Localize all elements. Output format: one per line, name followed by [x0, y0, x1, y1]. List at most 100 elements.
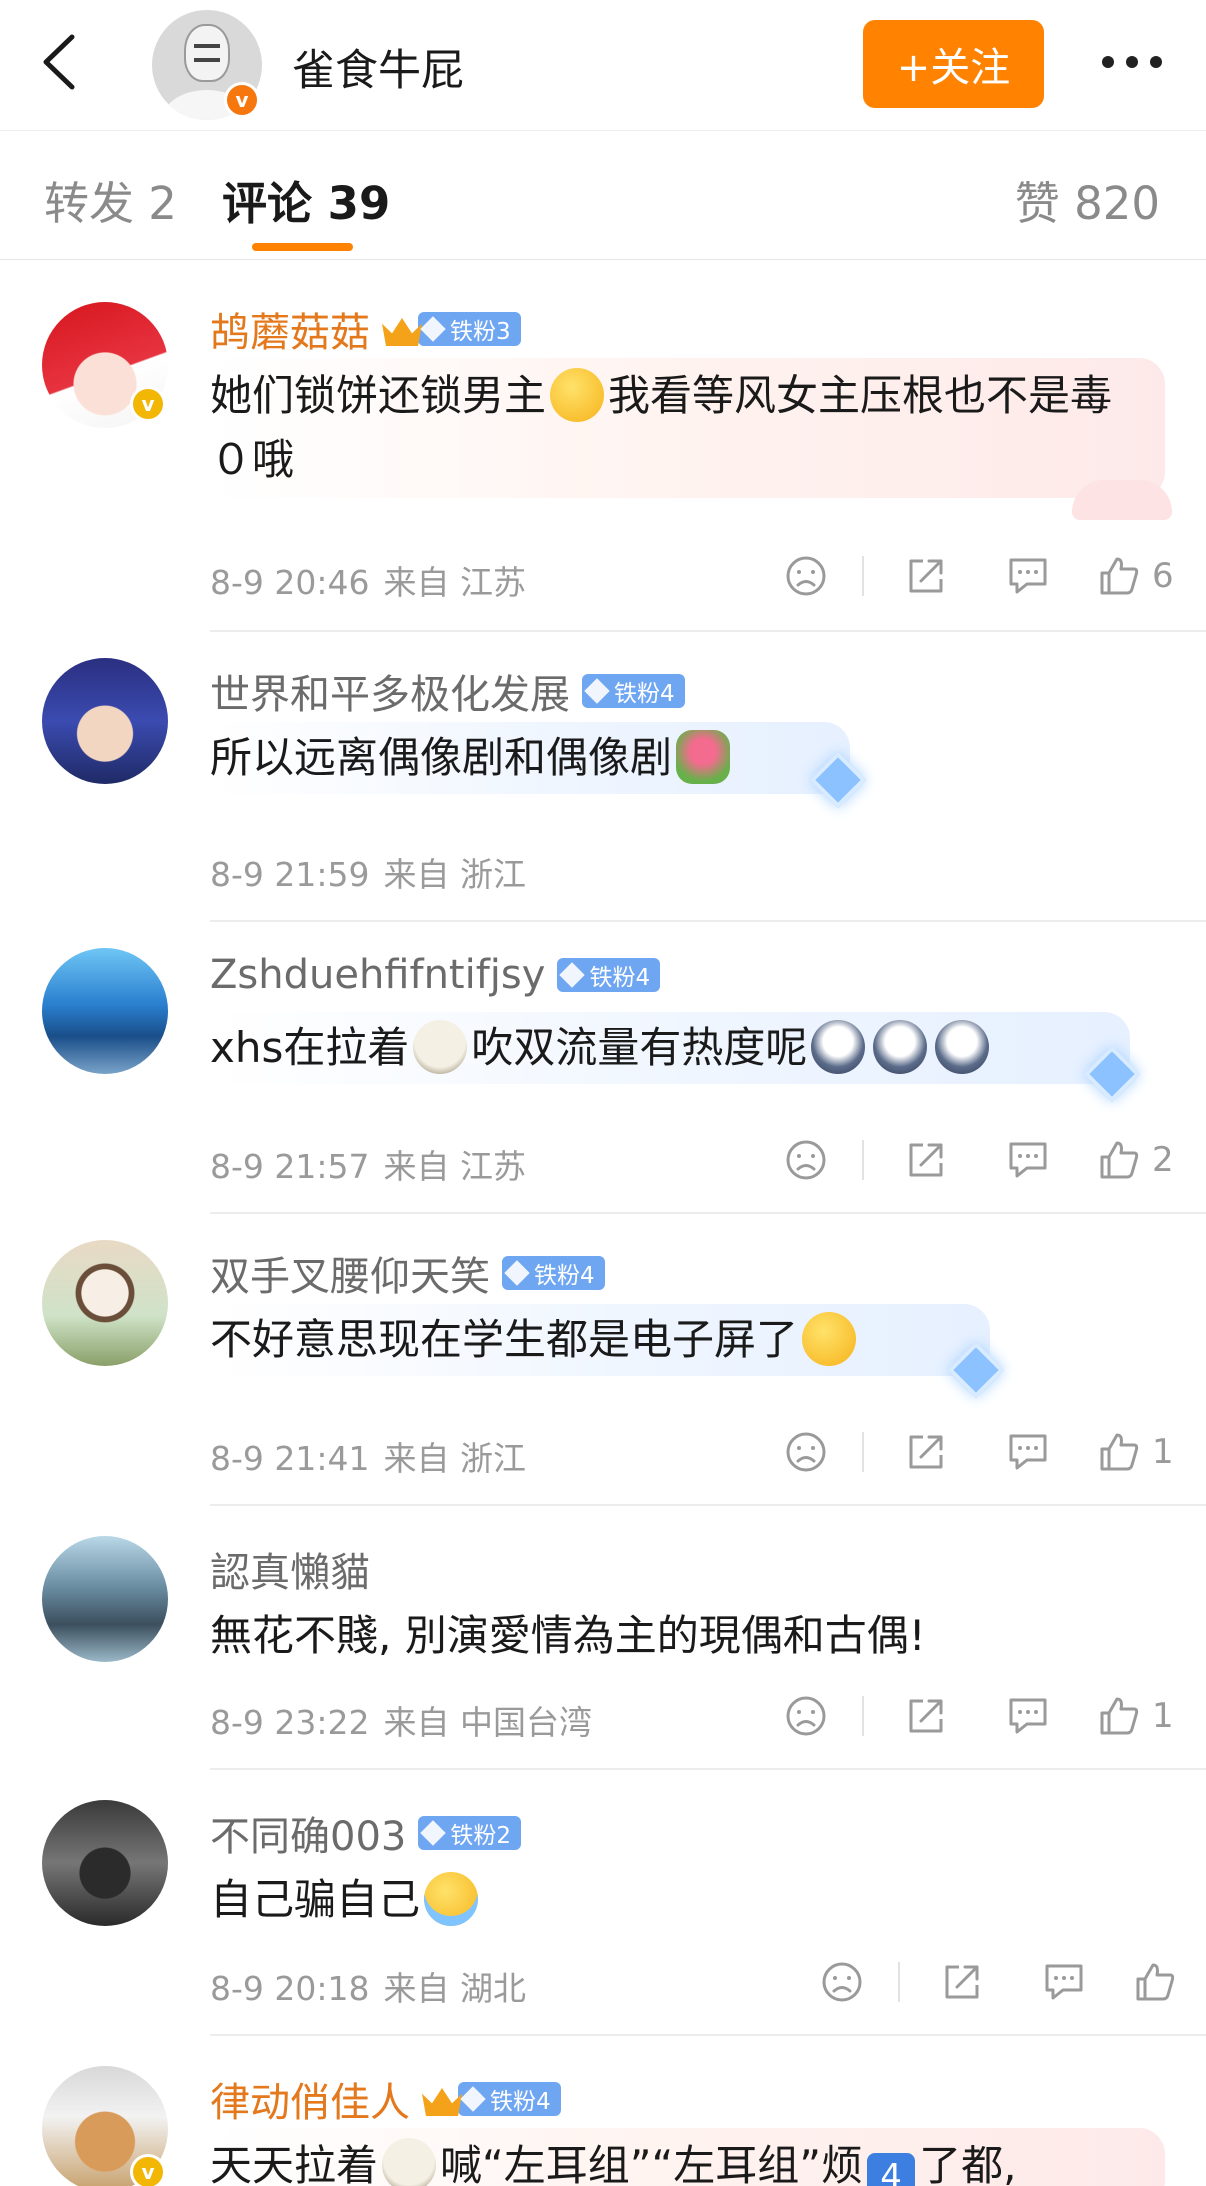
comment-author[interactable]: 不同确003 铁粉2 [210, 1804, 521, 1862]
reply-button[interactable] [998, 1422, 1058, 1482]
diamond-icon [504, 1260, 530, 1286]
comment-date: 8-9 21:41 [210, 1439, 370, 1478]
comment-meta: 8-9 21:57 来自 江苏 [210, 1140, 526, 1188]
back-button[interactable] [28, 30, 88, 94]
crown-icon [422, 2082, 462, 2116]
reply-button[interactable] [998, 1686, 1058, 1746]
tab-repost[interactable]: 转发 2 [44, 167, 177, 232]
dislike-button[interactable] [776, 546, 836, 606]
comment-date: 8-9 21:57 [210, 1147, 370, 1186]
dislike-button[interactable] [776, 1130, 836, 1190]
like-count: 6 [1152, 556, 1174, 596]
comment-actions: 1 [776, 1686, 1206, 1746]
reply-button[interactable] [1034, 1952, 1094, 2012]
share-button[interactable] [896, 546, 956, 606]
comment-location: 来自 浙江 [383, 1439, 527, 1478]
grinning-face-icon [802, 1312, 857, 1366]
like-button[interactable] [1134, 1952, 1206, 2012]
sheep-icon [413, 1020, 468, 1074]
author-name[interactable]: 双手叉腰仰天笑 [210, 1244, 490, 1302]
verified-badge-icon: v [224, 82, 260, 118]
dislike-button[interactable] [776, 1686, 836, 1746]
share-button[interactable] [932, 1952, 992, 2012]
share-icon [909, 1143, 943, 1177]
divider [862, 1432, 864, 1472]
comment-text: xhs在拉着 吹双流量有热度呢 [210, 1016, 1112, 1080]
dislike-button[interactable] [812, 1952, 872, 2012]
crying-face-icon [424, 1872, 479, 1926]
author-name[interactable]: 不同确003 [210, 1804, 406, 1862]
like-button[interactable]: 1 [1098, 1422, 1198, 1482]
comment-date: 8-9 20:18 [210, 1969, 370, 2008]
avatar[interactable] [42, 1800, 168, 1926]
sheep-icon [382, 2138, 437, 2186]
share-button[interactable] [896, 1130, 956, 1190]
comment-item: 不同确003 铁粉2 自己骗自己 8-9 20:18 来自 湖北 [0, 1770, 1206, 2034]
like-button[interactable]: 1 [1098, 1686, 1198, 1746]
chevron-left-icon [43, 34, 75, 90]
thumbs-up-icon [1100, 1141, 1139, 1179]
like-button[interactable]: 6 [1098, 546, 1198, 606]
comment-bubble: 無花不賤, 別演愛情為主的現偶和古偶! [210, 1604, 1160, 1668]
author-name[interactable]: 世界和平多极化发展 [210, 662, 570, 720]
frown-face-icon [786, 1140, 826, 1180]
comment-item: Zshduehfifntifjsy 铁粉4 xhs在拉着 吹双流量有热度呢 8-9… [0, 922, 1206, 1212]
tab-comments[interactable]: 评论 39 [222, 167, 390, 232]
comment-item: v 律动俏佳人 铁粉4 天天拉着 喊“左耳组”“左耳组”烦 4 了都, [0, 2036, 1206, 2186]
like-button[interactable]: 2 [1098, 1130, 1198, 1190]
like-count: 1 [1152, 1432, 1174, 1472]
comment-author[interactable]: 認真懶貓 [210, 1540, 370, 1598]
avatar[interactable] [42, 1240, 168, 1366]
divider [862, 556, 864, 596]
comment-icon [1009, 1434, 1047, 1470]
thumbs-up-icon [1136, 1963, 1175, 2001]
comment-author[interactable]: 鸪蘑菇菇 铁粉3 [210, 300, 521, 358]
comment-bubble: 天天拉着 喊“左耳组”“左耳组”烦 4 了都, [210, 2128, 1165, 2186]
author-name[interactable]: 律动俏佳人 [210, 2070, 410, 2128]
avatar[interactable] [42, 1536, 168, 1662]
diamond-icon [420, 316, 446, 342]
comment-date: 8-9 21:59 [210, 855, 370, 894]
comment-author[interactable]: 律动俏佳人 铁粉4 [210, 2070, 561, 2128]
comment-date: 8-9 23:22 [210, 1703, 370, 1742]
comment-author[interactable]: Zshduehfifntifjsy 铁粉4 [210, 952, 661, 998]
dislike-button[interactable] [776, 1422, 836, 1482]
frown-face-icon [822, 1962, 862, 2002]
avatar[interactable] [42, 948, 168, 1074]
comment-meta: 8-9 23:22 来自 中国台湾 [210, 1696, 592, 1744]
comment-author[interactable]: 世界和平多极化发展 铁粉4 [210, 662, 685, 720]
comment-text: 無花不賤, 別演愛情為主的現偶和古偶! [210, 1611, 926, 1660]
follow-button[interactable]: +关注 [863, 20, 1044, 108]
fan-badge: 铁粉4 [557, 958, 661, 992]
verified-badge-icon: v [130, 2154, 166, 2186]
share-button[interactable] [896, 1422, 956, 1482]
share-button[interactable] [896, 1686, 956, 1746]
husky-icon [811, 1020, 866, 1074]
more-dots-icon[interactable] [1092, 40, 1172, 84]
share-icon [945, 1965, 979, 1999]
comment-author[interactable]: 双手叉腰仰天笑 铁粉4 [210, 1244, 605, 1302]
owner-name[interactable]: 雀食牛屁 [292, 36, 464, 98]
fan-badge: 铁粉3 [418, 312, 521, 346]
comment-bubble: 自己骗自己 [210, 1868, 1160, 1932]
reply-button[interactable] [998, 1130, 1058, 1190]
reply-button[interactable] [998, 546, 1058, 606]
frown-face-icon [786, 1432, 826, 1472]
fan-badge: 铁粉4 [582, 674, 685, 708]
comment-text: 天天拉着 喊“左耳组”“左耳组”烦 4 了都, [210, 2134, 1137, 2186]
author-name[interactable]: 認真懶貓 [210, 1540, 370, 1598]
fan-badge: 铁粉2 [418, 1816, 521, 1850]
comment-meta: 8-9 21:59 来自 浙江 [210, 848, 526, 896]
diamond-icon [559, 962, 586, 988]
author-name[interactable]: Zshduehfifntifjsy [210, 952, 545, 998]
smiling-face-icon [550, 368, 605, 422]
tab-likes[interactable]: 赞 820 [1015, 167, 1160, 232]
comment-text: 她们锁饼还锁男主 我看等风女主压根也不是毒０哦 [210, 364, 1137, 492]
comment-actions: 2 [776, 1130, 1206, 1190]
comment-meta: 8-9 20:18 来自 湖北 [210, 1962, 526, 2010]
comment-meta: 8-9 20:46 来自 江苏 [210, 556, 526, 604]
top-bar: v 雀食牛屁 +关注 [0, 0, 1206, 130]
avatar[interactable] [42, 658, 168, 784]
author-name[interactable]: 鸪蘑菇菇 [210, 300, 370, 358]
comment-actions: 6 [776, 546, 1206, 606]
